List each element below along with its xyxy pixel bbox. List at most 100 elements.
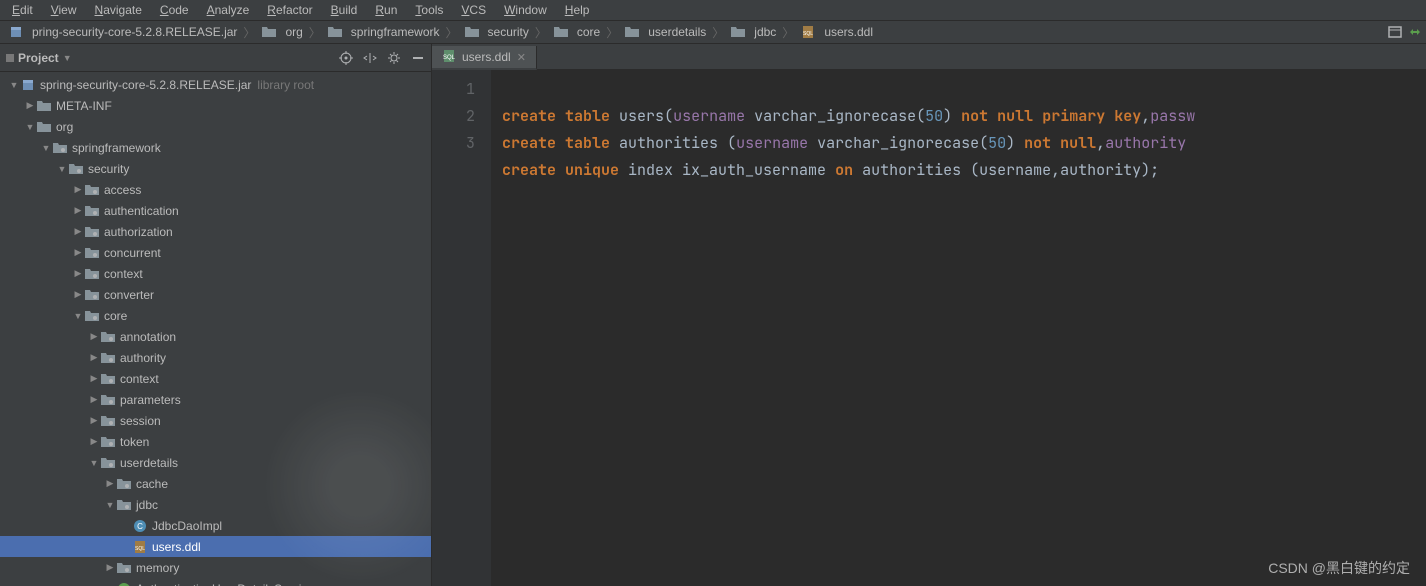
close-icon[interactable]: ✕ <box>517 51 526 64</box>
breadcrumb-item[interactable]: userdetails <box>620 23 710 41</box>
sidebar-title[interactable]: Project ▼ <box>6 51 333 65</box>
tree-node-spring-security-core-5-2-8-release-jar[interactable]: ▼spring-security-core-5.2.8.RELEASE.jarl… <box>0 74 431 95</box>
expand-icon[interactable]: ▶ <box>104 562 116 573</box>
menu-edit[interactable]: Edit <box>4 1 41 19</box>
expand-icon[interactable]: ▼ <box>88 458 100 468</box>
expand-icon[interactable]: ▼ <box>40 143 52 153</box>
tree-node-org[interactable]: ▼org <box>0 116 431 137</box>
breadcrumb-item[interactable]: jdbc <box>726 23 780 41</box>
menu-build[interactable]: Build <box>323 1 366 19</box>
menu-window[interactable]: Window <box>496 1 555 19</box>
menu-vcs[interactable]: VCS <box>453 1 494 19</box>
breadcrumb-item[interactable]: springframework <box>323 23 444 41</box>
pkg-icon <box>68 162 84 176</box>
minimize-icon[interactable] <box>411 51 425 65</box>
breadcrumb-item[interactable]: pring-security-core-5.2.8.RELEASE.jar <box>4 23 241 41</box>
pkg-icon <box>116 498 132 512</box>
folder-icon <box>36 99 52 113</box>
pkg-icon <box>84 246 100 260</box>
tree-node-users-ddl[interactable]: SQLusers.ddl <box>0 536 431 557</box>
expand-icon[interactable]: ▶ <box>88 436 100 447</box>
expand-icon[interactable]: ▶ <box>88 373 100 384</box>
pkg-icon <box>116 477 132 491</box>
folder-icon <box>553 25 569 39</box>
navigation-bar: pring-security-core-5.2.8.RELEASE.jar 〉 or… <box>0 20 1426 44</box>
expand-icon[interactable]: ▶ <box>72 289 84 300</box>
tree-node-memory[interactable]: ▶memory <box>0 557 431 578</box>
project-tree[interactable]: ▼spring-security-core-5.2.8.RELEASE.jarl… <box>0 72 431 586</box>
tree-node-cache[interactable]: ▶cache <box>0 473 431 494</box>
svg-text:SQL: SQL <box>443 55 456 61</box>
editor-tab[interactable]: SQL users.ddl ✕ <box>432 46 537 70</box>
target-icon[interactable] <box>339 51 353 65</box>
expand-icon[interactable]: ▶ <box>72 247 84 258</box>
tree-node-converter[interactable]: ▶converter <box>0 284 431 305</box>
tree-node-token[interactable]: ▶token <box>0 431 431 452</box>
expand-icon[interactable]: ▶ <box>88 415 100 426</box>
expand-icon[interactable]: ▶ <box>104 478 116 489</box>
tree-node-concurrent[interactable]: ▶concurrent <box>0 242 431 263</box>
pkg-icon <box>84 225 100 239</box>
expand-icon[interactable]: ▼ <box>104 500 116 510</box>
menu-tools[interactable]: Tools <box>407 1 451 19</box>
breadcrumb-item[interactable]: core <box>549 23 604 41</box>
menu-run[interactable]: Run <box>367 1 405 19</box>
expand-icon[interactable]: ▶ <box>72 268 84 279</box>
expand-icon[interactable]: ▶ <box>72 184 84 195</box>
menu-bar: EditViewNavigateCodeAnalyzeRefactorBuild… <box>0 0 1426 20</box>
tree-node-authenticationuserdetailsservice[interactable]: IAuthenticationUserDetailsService <box>0 578 431 586</box>
layout-icon[interactable] <box>1388 25 1402 39</box>
tree-node-jdbc[interactable]: ▼jdbc <box>0 494 431 515</box>
search-icon[interactable] <box>1408 25 1422 39</box>
pkg-icon <box>100 435 116 449</box>
expand-icon[interactable]: ▶ <box>24 100 36 111</box>
expand-icon[interactable]: ▶ <box>88 352 100 363</box>
code-content[interactable]: create table users(username varchar_igno… <box>492 70 1426 586</box>
pkg-icon <box>100 330 116 344</box>
expand-icon[interactable]: ▼ <box>24 122 36 132</box>
tree-node-authorization[interactable]: ▶authorization <box>0 221 431 242</box>
expand-icon[interactable]: ▼ <box>56 164 68 174</box>
tree-node-authentication[interactable]: ▶authentication <box>0 200 431 221</box>
folder-icon <box>730 25 746 39</box>
tree-node-core[interactable]: ▼core <box>0 305 431 326</box>
tree-node-access[interactable]: ▶access <box>0 179 431 200</box>
menu-navigate[interactable]: Navigate <box>87 1 150 19</box>
tree-node-session[interactable]: ▶session <box>0 410 431 431</box>
pkg-icon <box>100 351 116 365</box>
expand-icon[interactable]: ▼ <box>8 80 20 90</box>
expand-icon[interactable]: ▶ <box>88 331 100 342</box>
tree-node-meta-inf[interactable]: ▶META-INF <box>0 95 431 116</box>
expand-icon[interactable]: ▶ <box>72 205 84 216</box>
tree-node-context[interactable]: ▶context <box>0 368 431 389</box>
tree-node-userdetails[interactable]: ▼userdetails <box>0 452 431 473</box>
tree-node-authority[interactable]: ▶authority <box>0 347 431 368</box>
tree-node-parameters[interactable]: ▶parameters <box>0 389 431 410</box>
chevron-right-icon: 〉 <box>606 24 618 41</box>
iface-icon: I <box>116 582 132 586</box>
dropdown-icon: ▼ <box>63 53 72 63</box>
menu-view[interactable]: View <box>43 1 85 19</box>
chevron-right-icon: 〉 <box>782 24 794 41</box>
code-editor[interactable]: 123 create table users(username varchar_… <box>432 70 1426 586</box>
breadcrumb-item[interactable]: org <box>257 23 306 41</box>
breadcrumb-item[interactable]: security <box>460 23 533 41</box>
menu-help[interactable]: Help <box>557 1 598 19</box>
class-icon: C <box>132 519 148 533</box>
editor-area: SQL users.ddl ✕ 123 create table users(u… <box>432 44 1426 586</box>
expand-icon[interactable]: ▶ <box>72 226 84 237</box>
tree-node-security[interactable]: ▼security <box>0 158 431 179</box>
menu-analyze[interactable]: Analyze <box>199 1 258 19</box>
gear-icon[interactable] <box>387 51 401 65</box>
tree-node-context[interactable]: ▶context <box>0 263 431 284</box>
tree-node-annotation[interactable]: ▶annotation <box>0 326 431 347</box>
tree-node-springframework[interactable]: ▼springframework <box>0 137 431 158</box>
split-icon[interactable] <box>363 51 377 65</box>
expand-icon[interactable]: ▼ <box>72 311 84 321</box>
breadcrumb-item[interactable]: SQLusers.ddl <box>796 23 877 41</box>
folder-icon <box>464 25 480 39</box>
expand-icon[interactable]: ▶ <box>88 394 100 405</box>
tree-node-jdbcdaoimpl[interactable]: CJdbcDaoImpl <box>0 515 431 536</box>
menu-refactor[interactable]: Refactor <box>259 1 320 19</box>
menu-code[interactable]: Code <box>152 1 197 19</box>
